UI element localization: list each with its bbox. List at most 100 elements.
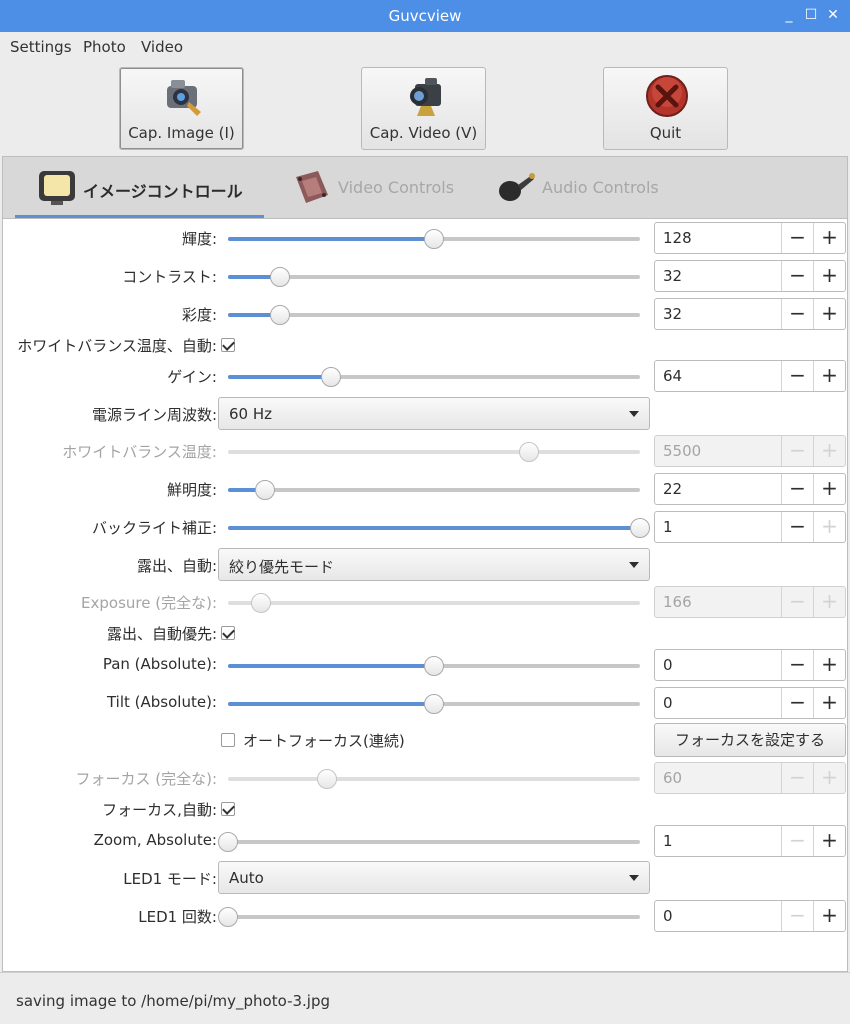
close-button[interactable]: ✕ [824, 6, 842, 24]
contrast-row: コントラスト: 32 − + [3, 258, 849, 294]
focus-abs-slider-handle [316, 769, 337, 789]
gain-spinbox[interactable]: 64 − + [654, 360, 846, 392]
led1-freq-increment-button[interactable]: + [813, 901, 845, 931]
contrast-slider-handle[interactable] [269, 267, 290, 287]
gain-slider[interactable] [228, 367, 640, 387]
led1-freq-value[interactable]: 0 [663, 907, 673, 925]
tilt-increment-button[interactable]: + [813, 688, 845, 718]
gain-decrement-button[interactable]: − [781, 361, 813, 391]
zoom-value[interactable]: 1 [663, 832, 673, 850]
pan-decrement-button[interactable]: − [781, 650, 813, 680]
brightness-slider-handle[interactable] [424, 229, 444, 249]
contrast-slider[interactable] [228, 267, 640, 287]
pan-slider[interactable] [228, 656, 640, 676]
saturation-slider-handle[interactable] [269, 305, 290, 325]
sharpness-spinbox[interactable]: 22 − + [654, 473, 846, 505]
cap-video-button[interactable]: Cap. Video (V) [361, 67, 486, 150]
zoom-increment-button[interactable]: + [813, 826, 845, 856]
led1-mode-value: Auto [229, 869, 264, 887]
exposure-auto-dropdown[interactable]: 絞り優先モード [218, 548, 650, 581]
saturation-spinbox[interactable]: 32 − + [654, 298, 846, 330]
tilt-decrement-button[interactable]: − [781, 688, 813, 718]
led1-freq-slider-handle[interactable] [218, 907, 238, 927]
led1-freq-label: LED1 回数: [138, 908, 217, 926]
power-line-dropdown[interactable]: 60 Hz [218, 397, 650, 430]
focus-auto-checkbox[interactable] [221, 802, 235, 816]
saturation-decrement-button[interactable]: − [781, 299, 813, 329]
tilt-value[interactable]: 0 [663, 694, 673, 712]
menu-settings[interactable]: Settings [10, 38, 72, 56]
backlight-slider-handle[interactable] [630, 518, 650, 538]
gain-value[interactable]: 64 [663, 367, 682, 385]
tab-image-controls-label: イメージコントロール [83, 182, 243, 201]
autofocus-continuous-label[interactable]: オートフォーカス(連続) [243, 730, 405, 751]
wb-temp-value: 5500 [663, 442, 702, 460]
contrast-decrement-button[interactable]: − [781, 261, 813, 291]
focus-auto-row: フォーカス,自動: [3, 791, 849, 827]
brightness-increment-button[interactable]: + [813, 223, 845, 253]
menu-photo[interactable]: Photo [83, 38, 126, 56]
sharpness-value[interactable]: 22 [663, 480, 682, 498]
exposure-abs-slider [228, 593, 640, 613]
pan-value[interactable]: 0 [663, 656, 673, 674]
pan-spinbox[interactable]: 0 − + [654, 649, 846, 681]
led1-freq-slider[interactable] [218, 907, 640, 927]
brightness-value[interactable]: 128 [663, 229, 692, 247]
gain-increment-button[interactable]: + [813, 361, 845, 391]
wb-temp-row: ホワイトバランス温度: 5500 − + [3, 433, 849, 469]
sharpness-increment-button[interactable]: + [813, 474, 845, 504]
zoom-slider-handle[interactable] [218, 832, 238, 852]
exposure-priority-checkbox[interactable] [221, 626, 235, 640]
zoom-slider[interactable] [218, 832, 640, 852]
exposure-auto-label: 露出、自動: [136, 557, 217, 575]
brightness-label: 輝度: [181, 230, 217, 248]
gain-slider-handle[interactable] [321, 367, 341, 387]
tab-video-controls[interactable]: Video Controls [290, 157, 460, 219]
backlight-spinbox[interactable]: 1 − + [654, 511, 846, 543]
contrast-value[interactable]: 32 [663, 267, 682, 285]
wb-temp-decrement-button: − [781, 436, 813, 466]
brightness-spinbox[interactable]: 128 − + [654, 222, 846, 254]
focus-abs-increment-button: + [813, 763, 845, 793]
backlight-increment-button: + [813, 512, 845, 542]
set-focus-button[interactable]: フォーカスを設定する [654, 723, 846, 757]
status-text: saving image to /home/pi/my_photo-3.jpg [16, 992, 331, 1010]
brightness-slider[interactable] [228, 229, 640, 249]
autofocus-continuous-checkbox[interactable] [221, 733, 235, 747]
saturation-value[interactable]: 32 [663, 305, 682, 323]
cap-image-button[interactable]: Cap. Image (I) [119, 67, 244, 150]
contrast-increment-button[interactable]: + [813, 261, 845, 291]
led1-freq-spinbox[interactable]: 0 − + [654, 900, 846, 932]
backlight-decrement-button[interactable]: − [781, 512, 813, 542]
tilt-spinbox[interactable]: 0 − + [654, 687, 846, 719]
quit-button[interactable]: Quit [603, 67, 728, 150]
pan-label: Pan (Absolute): [102, 655, 217, 673]
backlight-slider[interactable] [228, 518, 650, 538]
sharpness-slider[interactable] [228, 480, 640, 500]
minimize-button[interactable]: _ [780, 6, 798, 24]
maximize-button[interactable]: ☐ [802, 6, 820, 24]
microphone-icon [499, 173, 535, 201]
pan-slider-handle[interactable] [424, 656, 444, 676]
sharpness-decrement-button[interactable]: − [781, 474, 813, 504]
tilt-slider-handle[interactable] [424, 694, 444, 714]
menu-video[interactable]: Video [141, 38, 183, 56]
brightness-decrement-button[interactable]: − [781, 223, 813, 253]
backlight-value[interactable]: 1 [663, 518, 673, 536]
saturation-slider[interactable] [228, 305, 640, 325]
sharpness-slider-handle[interactable] [255, 480, 276, 500]
exposure-abs-spinbox: 166 − + [654, 586, 846, 618]
tab-image-controls[interactable]: イメージコントロール [35, 157, 265, 219]
zoom-spinbox[interactable]: 1 − + [654, 825, 846, 857]
led1-mode-dropdown[interactable]: Auto [218, 861, 650, 894]
pan-increment-button[interactable]: + [813, 650, 845, 680]
toolbar: Cap. Image (I) Cap. Video (V) Quit [0, 62, 850, 156]
backlight-label: バックライト補正: [91, 519, 217, 537]
wb-auto-checkbox[interactable] [221, 338, 235, 352]
contrast-spinbox[interactable]: 32 − + [654, 260, 846, 292]
autofocus-row: オートフォーカス(連続) フォーカスを設定する [3, 722, 849, 758]
tilt-slider[interactable] [228, 694, 640, 714]
tab-audio-controls[interactable]: Audio Controls [494, 157, 664, 219]
contrast-label: コントラスト: [122, 268, 217, 286]
saturation-increment-button[interactable]: + [813, 299, 845, 329]
